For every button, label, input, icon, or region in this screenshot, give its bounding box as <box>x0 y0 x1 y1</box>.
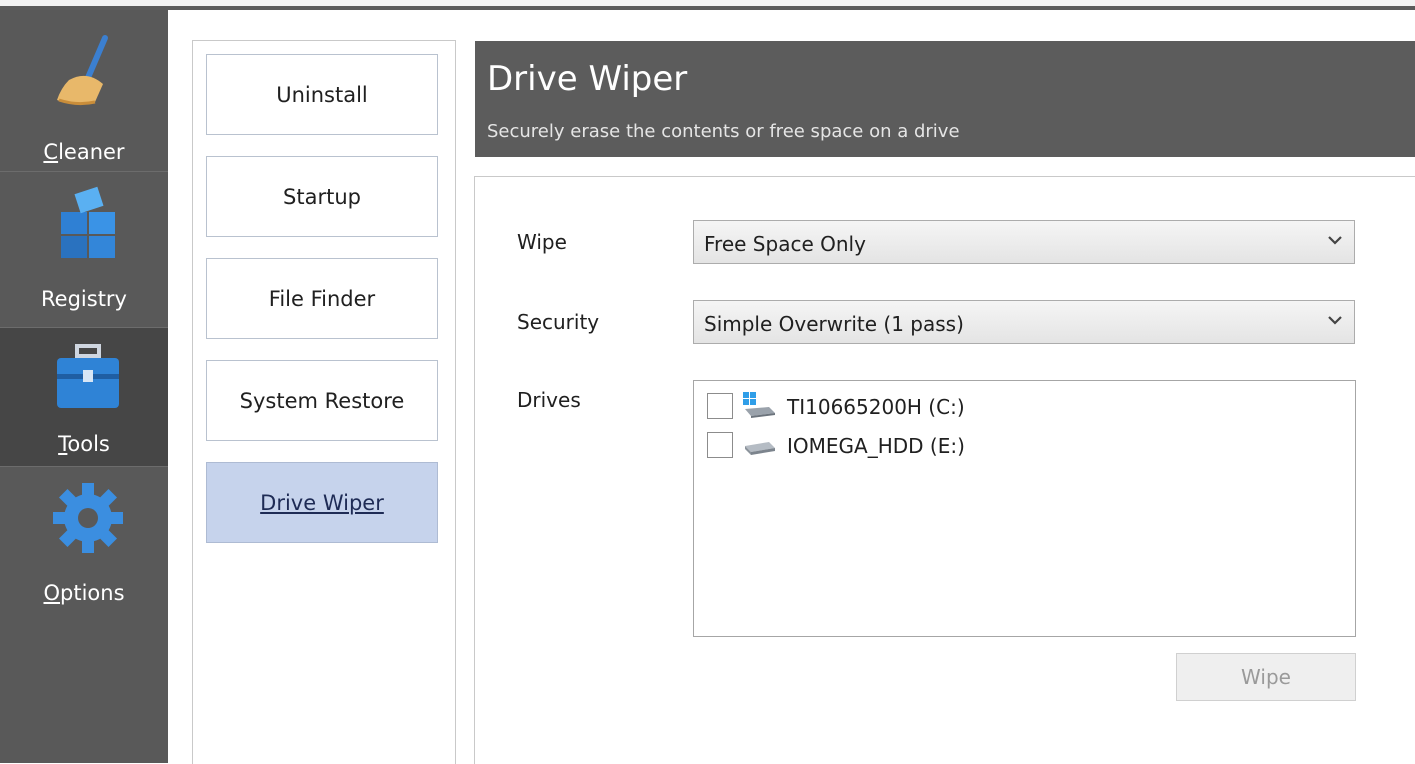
page-header: Drive Wiper Securely erase the contents … <box>475 41 1415 157</box>
drive-c-label: TI10665200H (C:) <box>787 395 965 419</box>
page-subtitle: Securely erase the contents or free spac… <box>487 121 960 142</box>
registry-cubes-icon <box>61 186 115 258</box>
drive-wiper-panel: Wipe Free Space Only Security Simple Ove… <box>474 176 1415 764</box>
nav-options-label: ptions <box>60 581 125 605</box>
subnav-system-restore-button[interactable]: System Restore <box>206 360 438 441</box>
drive-c-checkbox[interactable] <box>707 393 733 419</box>
toolbox-icon <box>57 344 119 408</box>
subnav-file-finder-button[interactable]: File Finder <box>206 258 438 339</box>
chevron-down-icon <box>1328 316 1342 325</box>
drive-e-label: IOMEGA_HDD (E:) <box>787 434 965 458</box>
nav-cleaner-label: leaner <box>58 140 125 164</box>
gear-icon <box>53 483 123 553</box>
subnav-file-finder-label: File Finder <box>268 286 376 311</box>
drive-list-item[interactable]: TI10665200H (C:) <box>707 388 1107 420</box>
main-sidebar: Cleaner Registry Tools Options <box>0 10 168 763</box>
nav-tools-accel: T <box>58 432 68 456</box>
subnav-uninstall-button[interactable]: Uninstall <box>206 54 438 135</box>
subnav-startup-label: Startup <box>283 184 361 209</box>
wipe-select-value: Free Space Only <box>704 232 866 256</box>
nav-item-tools[interactable]: Tools <box>0 327 168 466</box>
drive-list-item[interactable]: IOMEGA_HDD (E:) <box>707 427 1107 459</box>
nav-tools-label: ools <box>67 432 110 456</box>
wipe-button[interactable]: Wipe <box>1176 653 1356 701</box>
nav-item-registry[interactable]: Registry <box>0 171 168 327</box>
wipe-label: Wipe <box>517 230 567 254</box>
nav-item-cleaner[interactable]: Cleaner <box>0 30 168 170</box>
nav-item-options[interactable]: Options <box>0 466 168 617</box>
subnav-drive-wiper-button[interactable]: Drive Wiper <box>206 462 438 543</box>
windows-drive-icon <box>743 392 775 418</box>
window-top-bar <box>0 0 1415 10</box>
drives-label: Drives <box>517 388 581 412</box>
wipe-select[interactable]: Free Space Only <box>693 220 1355 264</box>
security-select[interactable]: Simple Overwrite (1 pass) <box>693 300 1355 344</box>
subnav-startup-button[interactable]: Startup <box>206 156 438 237</box>
security-label: Security <box>517 310 600 334</box>
broom-icon <box>57 35 108 106</box>
drive-e-checkbox[interactable] <box>707 432 733 458</box>
drives-list: TI10665200H (C:) IOMEGA_HDD (E:) <box>693 380 1356 637</box>
hard-drive-icon <box>745 442 775 455</box>
nav-cleaner-accel: C <box>43 140 59 164</box>
subnav-uninstall-label: Uninstall <box>276 82 368 107</box>
page-title: Drive Wiper <box>487 59 688 99</box>
nav-options-accel: O <box>43 581 61 605</box>
security-select-value: Simple Overwrite (1 pass) <box>704 312 964 336</box>
subnav-system-restore-label: System Restore <box>239 388 405 413</box>
subnav-drive-wiper-label: Drive Wiper <box>260 490 384 515</box>
tools-subnav: Uninstall Startup File Finder System Res… <box>192 40 456 764</box>
nav-registry-label: Registry <box>41 287 127 311</box>
chevron-down-icon <box>1328 236 1342 245</box>
